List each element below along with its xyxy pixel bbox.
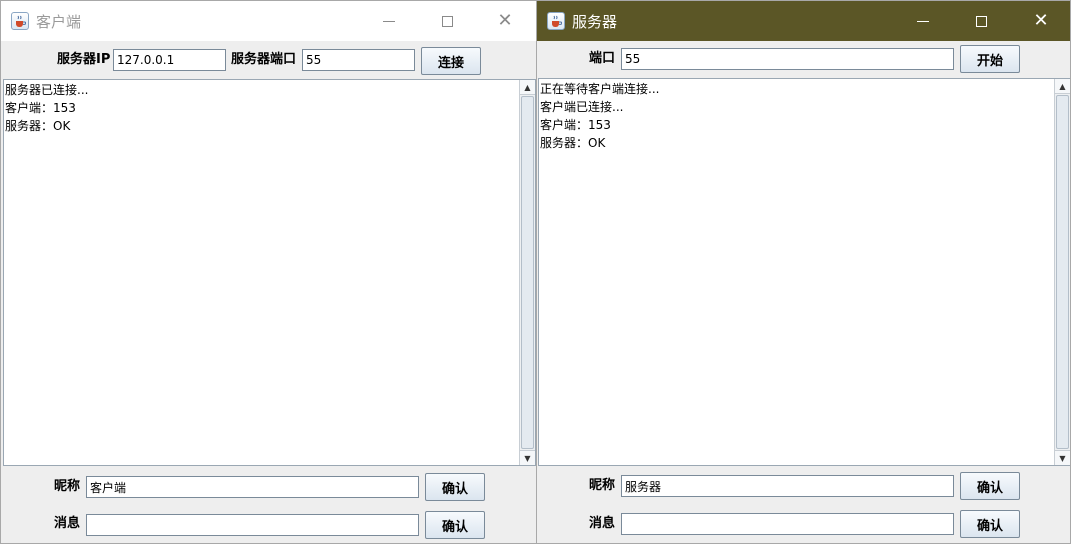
maximize-button[interactable] (952, 1, 1010, 41)
log-line: 正在等待客户端连接... (540, 82, 660, 96)
maximize-icon (441, 15, 453, 27)
client-titlebar[interactable]: 客户端 ✕ (1, 1, 536, 41)
server-titlebar[interactable]: 服务器 ✕ (537, 1, 1070, 41)
minimize-icon (383, 20, 395, 22)
server-window: 服务器 ✕ 端口 开始 正在等待客户端连接... 客户端已连接... 客户端：1… (536, 0, 1071, 544)
nickname-confirm-button[interactable]: 确认 (425, 473, 485, 501)
scrollbar-thumb[interactable] (1056, 95, 1069, 449)
scroll-down-arrow-icon[interactable]: ▼ (520, 450, 535, 465)
connect-button[interactable]: 连接 (421, 47, 481, 75)
java-cup-icon (11, 12, 29, 30)
nickname-input[interactable] (86, 476, 419, 498)
log-line: 服务器：OK (540, 136, 606, 150)
server-ip-label: 服务器IP (57, 52, 111, 67)
maximize-icon (975, 15, 987, 27)
start-button[interactable]: 开始 (960, 45, 1020, 73)
nickname-input[interactable] (621, 475, 954, 497)
port-label: 端口 (589, 51, 616, 66)
chat-log-content: 正在等待客户端连接... 客户端已连接... 客户端：153 服务器：OK (539, 79, 1070, 152)
close-icon: ✕ (497, 10, 513, 31)
message-input[interactable] (86, 514, 419, 536)
message-input[interactable] (621, 513, 954, 535)
chat-log-content: 服务器已连接... 客户端：153 服务器：OK (4, 80, 535, 135)
log-line: 服务器：OK (5, 119, 71, 133)
server-ip-input[interactable] (113, 49, 226, 71)
nickname-label: 昵称 (54, 479, 81, 494)
minimize-button[interactable] (360, 1, 418, 41)
log-line: 客户端：153 (540, 118, 611, 132)
message-confirm-button[interactable]: 确认 (425, 511, 485, 539)
chat-log[interactable]: 正在等待客户端连接... 客户端已连接... 客户端：153 服务器：OK ▲ … (538, 78, 1070, 466)
vertical-scrollbar[interactable]: ▲ ▼ (519, 80, 535, 465)
window-title: 客户端 (36, 12, 82, 31)
close-icon: ✕ (1033, 10, 1049, 31)
vertical-scrollbar[interactable]: ▲ ▼ (1054, 79, 1070, 465)
window-title: 服务器 (572, 12, 618, 31)
server-port-label: 服务器端口 (231, 52, 297, 67)
scroll-down-arrow-icon[interactable]: ▼ (1055, 450, 1070, 465)
server-port-input[interactable] (302, 49, 415, 71)
message-confirm-button[interactable]: 确认 (960, 510, 1020, 538)
scroll-up-arrow-icon[interactable]: ▲ (520, 80, 535, 95)
message-label: 消息 (54, 516, 81, 531)
log-line: 客户端已连接... (540, 100, 624, 114)
scrollbar-thumb[interactable] (521, 96, 534, 449)
log-line: 服务器已连接... (5, 83, 89, 97)
java-cup-icon (547, 12, 565, 30)
port-input[interactable] (621, 48, 954, 70)
close-button[interactable]: ✕ (1012, 1, 1070, 41)
close-button[interactable]: ✕ (476, 1, 534, 41)
maximize-button[interactable] (418, 1, 476, 41)
minimize-button[interactable] (894, 1, 952, 41)
nickname-confirm-button[interactable]: 确认 (960, 472, 1020, 500)
nickname-label: 昵称 (589, 478, 616, 493)
client-window: 客户端 ✕ 服务器IP 服务器端口 连接 服务器已连接... 客户端：153 服… (0, 0, 537, 544)
message-label: 消息 (589, 516, 616, 531)
minimize-icon (917, 20, 929, 22)
scroll-up-arrow-icon[interactable]: ▲ (1055, 79, 1070, 94)
log-line: 客户端：153 (5, 101, 76, 115)
chat-log[interactable]: 服务器已连接... 客户端：153 服务器：OK ▲ ▼ (3, 79, 536, 466)
